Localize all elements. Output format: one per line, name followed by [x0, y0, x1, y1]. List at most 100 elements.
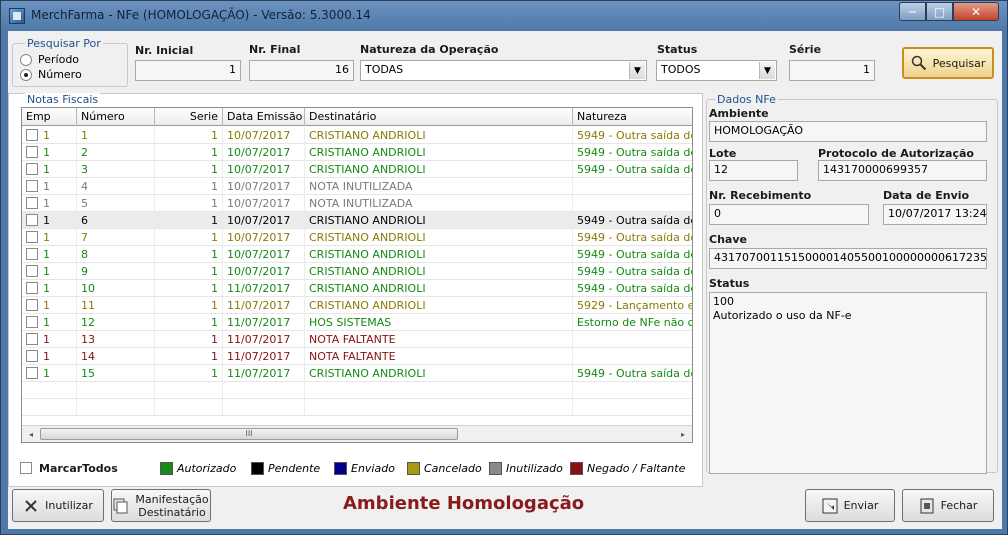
table-row[interactable]: 1 6 1 10/07/2017 CRISTIANO ANDRIOLI 5949 - Ou…	[22, 212, 692, 229]
cell-dest: NOTA FALTANTE	[305, 348, 573, 365]
table-row[interactable]: 1 15 1 11/07/2017 CRISTIANO ANDRIOLI 5949 - O…	[22, 365, 692, 382]
cell-serie	[155, 382, 223, 399]
cell-serie: 1	[155, 127, 223, 144]
cell-natureza	[573, 348, 692, 365]
fechar-button[interactable]: Fechar	[902, 489, 994, 522]
cell-natureza: 5949 - Outra saída de m	[573, 144, 692, 161]
scroll-right-icon[interactable]: ▸	[677, 428, 689, 440]
cell-emp: 1	[22, 365, 77, 382]
cell-numero: 4	[77, 178, 155, 195]
cell-natureza: 5949 - Outra saída de m	[573, 212, 692, 229]
nr-inicial-input[interactable]: 1	[135, 60, 241, 81]
col-numero[interactable]: Número	[77, 108, 155, 126]
title-bar[interactable]: MerchFarma - NFe (HOMOLOGAÇÃO) - Versão:…	[1, 1, 1007, 31]
radio-numero[interactable]	[20, 69, 32, 81]
col-destinatario[interactable]: Destinatário	[305, 108, 573, 126]
cell-dest	[305, 399, 573, 416]
col-serie[interactable]: Serie	[155, 108, 223, 126]
manifestacao-label-line1: Manifestação	[135, 492, 209, 506]
cell-serie: 1	[155, 297, 223, 314]
table-row[interactable]: 1 12 1 11/07/2017 HOS SISTEMAS Estorno de NFe…	[22, 314, 692, 331]
table-row[interactable]: 1 7 1 10/07/2017 CRISTIANO ANDRIOLI 5949 - Ou…	[22, 229, 692, 246]
cell-dest: NOTA INUTILIZADA	[305, 195, 573, 212]
enviar-button[interactable]: Enviar	[805, 489, 895, 522]
cell-data: 11/07/2017	[223, 331, 305, 348]
natureza-label: Natureza da Operação	[360, 43, 499, 56]
cell-data: 10/07/2017	[223, 246, 305, 263]
minimize-button[interactable]: ─	[899, 2, 926, 21]
nr-final-input[interactable]: 16	[249, 60, 354, 81]
status-select[interactable]: TODOS ▼	[656, 60, 777, 81]
cell-numero: 3	[77, 161, 155, 178]
cell-data: 10/07/2017	[223, 229, 305, 246]
cell-serie: 1	[155, 144, 223, 161]
status-message: Autorizado o uso da NF-e	[713, 309, 852, 322]
cell-dest: NOTA INUTILIZADA	[305, 178, 573, 195]
manifestacao-button[interactable]: Manifestação Destinatário	[111, 489, 211, 522]
maximize-button[interactable]: □	[926, 2, 953, 21]
natureza-select[interactable]: TODAS ▼	[360, 60, 647, 81]
cell-dest	[305, 382, 573, 399]
table-row[interactable]: 1 3 1 10/07/2017 CRISTIANO ANDRIOLI 5949 - Ou…	[22, 161, 692, 178]
status-filter-value: TODOS	[661, 63, 701, 76]
cell-dest: CRISTIANO ANDRIOLI	[305, 144, 573, 161]
col-natureza[interactable]: Natureza	[573, 108, 692, 126]
status-label: Status	[709, 277, 750, 290]
scroll-thumb[interactable]: III	[40, 428, 458, 440]
table-row[interactable]: 1 2 1 10/07/2017 CRISTIANO ANDRIOLI 5949 - Ou…	[22, 144, 692, 161]
table-row[interactable]: 1 14 1 11/07/2017 NOTA FALTANTE	[22, 348, 692, 365]
nr-inicial-label: Nr. Inicial	[135, 44, 194, 57]
marcar-todos-checkbox[interactable]	[20, 462, 32, 474]
scroll-left-icon[interactable]: ◂	[25, 428, 37, 440]
pesquisar-button[interactable]: Pesquisar	[902, 47, 994, 79]
ambiente-label: Ambiente	[709, 107, 769, 120]
dados-nfe-label: Dados NFe	[715, 93, 778, 106]
cell-natureza: 5949 - Outra saída de m	[573, 229, 692, 246]
inutilizar-button[interactable]: Inutilizar	[12, 489, 104, 522]
table-row[interactable]: 1 9 1 10/07/2017 CRISTIANO ANDRIOLI 5949 - Ou…	[22, 263, 692, 280]
table-row[interactable]: 1 13 1 11/07/2017 NOTA FALTANTE	[22, 331, 692, 348]
cell-serie: 1	[155, 263, 223, 280]
client-area: Pesquisar Por Período Número Nr. Inicial…	[8, 31, 1002, 529]
table-header: Emp Número Serie Data Emissão Destinatár…	[22, 108, 692, 126]
table-row[interactable]: 1 5 1 10/07/2017 NOTA INUTILIZADA	[22, 195, 692, 212]
notas-table[interactable]: Emp Número Serie Data Emissão Destinatár…	[21, 107, 693, 443]
cell-natureza: 5949 - Outra saída de m	[573, 263, 692, 280]
table-row[interactable]: 1 4 1 10/07/2017 NOTA INUTILIZADA	[22, 178, 692, 195]
cell-emp	[22, 382, 77, 399]
table-row[interactable]	[22, 399, 692, 416]
cell-numero: 11	[77, 297, 155, 314]
col-emp[interactable]: Emp	[22, 108, 77, 126]
cell-numero: 7	[77, 229, 155, 246]
cell-serie: 1	[155, 229, 223, 246]
table-row[interactable]: 1 1 1 10/07/2017 CRISTIANO ANDRIOLI 5949 - Ou…	[22, 127, 692, 144]
cell-data	[223, 399, 305, 416]
cell-natureza	[573, 382, 692, 399]
enviar-label: Enviar	[843, 499, 879, 512]
lote-field: 12	[709, 160, 798, 181]
radio-periodo[interactable]	[20, 54, 32, 66]
table-row[interactable]: 1 10 1 11/07/2017 CRISTIANO ANDRIOLI 5949 - O…	[22, 280, 692, 297]
cell-numero: 9	[77, 263, 155, 280]
col-data[interactable]: Data Emissão	[223, 108, 305, 126]
cell-emp: 1	[22, 229, 77, 246]
documents-icon	[113, 498, 129, 514]
cell-natureza: 5949 - Outra saída de m	[573, 127, 692, 144]
close-button[interactable]: ✕	[953, 2, 999, 21]
cell-emp	[22, 399, 77, 416]
serie-input[interactable]: 1	[789, 60, 875, 81]
chevron-down-icon[interactable]: ▼	[759, 62, 775, 79]
cell-serie: 1	[155, 178, 223, 195]
chevron-down-icon[interactable]: ▼	[629, 62, 645, 79]
table-row[interactable]	[22, 382, 692, 399]
table-row[interactable]: 1 11 1 11/07/2017 CRISTIANO ANDRIOLI 5929 - L…	[22, 297, 692, 314]
status-code: 100	[713, 295, 734, 308]
cell-numero: 15	[77, 365, 155, 382]
horizontal-scrollbar[interactable]: ◂ III ▸	[22, 425, 692, 442]
cell-serie	[155, 399, 223, 416]
search-icon	[911, 55, 927, 71]
table-row[interactable]: 1 8 1 10/07/2017 CRISTIANO ANDRIOLI 5949 - Ou…	[22, 246, 692, 263]
cell-numero	[77, 382, 155, 399]
cell-serie: 1	[155, 280, 223, 297]
cell-serie: 1	[155, 331, 223, 348]
